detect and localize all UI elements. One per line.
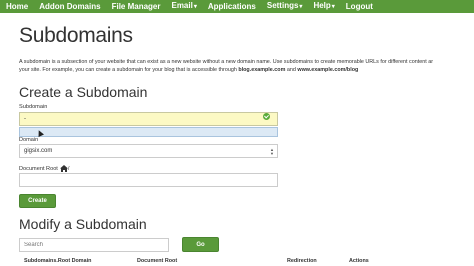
intro-line-1: A subdomain is a subsection of your webs… [19,59,433,65]
chevron-down-icon: ▾ [331,4,335,10]
go-button[interactable]: Go [182,237,219,252]
nav-home[interactable]: Home [0,0,33,13]
nav-settings[interactable]: Settings▾ [261,0,308,14]
page-title: Subdomains [19,24,133,47]
subdomain-value: - [24,116,26,122]
docroot-label: Document Root [19,165,58,172]
autocomplete-suggestion[interactable] [19,127,278,137]
check-circle-icon [263,113,270,120]
nav-logout[interactable]: Logout [340,0,378,13]
select-arrows-icon: ▲ ▼ [270,147,274,156]
column-redirection: Redirection [287,258,317,264]
search-input[interactable] [19,238,169,252]
intro-line-2: your site. For example, you can create a… [19,67,359,73]
create-section-title: Create a Subdomain [19,84,148,100]
nav-applications[interactable]: Applications [202,0,261,13]
domain-value: gigsix.com [24,148,53,154]
example-subdomain-text: blog.example.com [238,67,286,73]
column-subdomains[interactable]: Subdomains.Root Domain [24,258,91,264]
subdomain-input[interactable]: - [19,112,278,126]
home-icon [59,165,68,172]
nav-addon-domains[interactable]: Addon Domains [33,0,105,13]
docroot-label-row: Document Root / [19,165,69,172]
nav-help[interactable]: Help▾ [307,0,339,14]
modify-section-title: Modify a Subdomain [19,216,147,232]
create-button[interactable]: Create [19,194,56,208]
example-path-text: www.example.com/blog [297,67,359,73]
top-nav: Home Addon Domains File Manager Email▾ A… [0,0,474,13]
intro-text: A subdomain is a subsection of your webs… [19,58,474,74]
docroot-suffix: / [67,165,70,172]
document-root-input[interactable] [19,173,278,187]
domain-select[interactable]: gigsix.com ▲ ▼ [19,144,278,158]
nav-email[interactable]: Email▾ [165,0,201,14]
column-document-root[interactable]: Document Root [137,258,177,264]
chevron-down-icon: ▾ [299,4,303,10]
subdomain-label: Subdomain [19,104,48,110]
nav-file-manager[interactable]: File Manager [106,0,166,13]
domain-label: Domain [19,137,39,143]
column-actions: Actions [349,258,369,264]
chevron-down-icon: ▾ [193,4,197,10]
